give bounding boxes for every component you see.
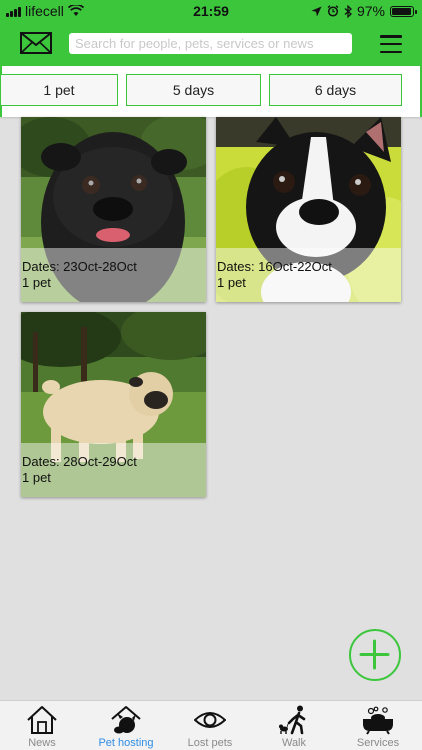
listing-card[interactable]: Dates: 28Oct-29Oct 1 pet	[21, 312, 206, 497]
search-input[interactable]	[69, 33, 352, 54]
tab-services[interactable]: Services	[336, 701, 420, 750]
add-listing-button[interactable]	[349, 629, 401, 681]
listing-dates: Dates: 16Oct-22Oct	[217, 259, 332, 274]
tab-label: Lost pets	[187, 737, 233, 749]
tab-lost-pets[interactable]: Lost pets	[168, 701, 252, 750]
tab-bar: News Pet hosting Lost pets Walk Services	[0, 700, 422, 750]
eye-icon	[194, 712, 226, 728]
app-header	[0, 22, 422, 66]
listing-dates: Dates: 23Oct-28Oct	[22, 259, 137, 274]
filter-max-days[interactable]: 6 days	[269, 74, 402, 106]
pet-hosting-icon	[111, 706, 141, 734]
battery-level	[392, 7, 412, 15]
listing-pet-count: 1 pet	[22, 275, 51, 290]
menu-icon[interactable]	[380, 35, 402, 53]
battery-percent: 97%	[356, 3, 385, 19]
filter-bar: 1 pet 5 days 6 days	[0, 66, 422, 117]
listing-card[interactable]: Dates: 16Oct-22Oct 1 pet	[216, 117, 401, 302]
status-bar: lifecell 21:59 97%	[0, 0, 422, 22]
listing-dates: Dates: 28Oct-29Oct	[22, 454, 137, 469]
tab-label: Walk	[281, 737, 307, 749]
listing-pet-count: 1 pet	[22, 470, 51, 485]
mail-icon[interactable]	[20, 32, 52, 54]
tab-label: Pet hosting	[98, 737, 154, 749]
tab-pet-hosting[interactable]: Pet hosting	[84, 701, 168, 750]
pet-bath-icon	[363, 706, 393, 735]
listing-card[interactable]: Dates: 23Oct-28Oct 1 pet	[21, 117, 206, 302]
walk-icon	[279, 705, 306, 735]
filter-min-days[interactable]: 5 days	[126, 74, 261, 106]
tab-walk[interactable]: Walk	[252, 701, 336, 750]
location-arrow-icon	[311, 6, 322, 16]
tab-label: News	[28, 737, 56, 749]
status-right: 97%	[311, 3, 417, 19]
tab-label: Services	[356, 737, 400, 749]
alarm-icon	[327, 5, 339, 17]
battery-icon	[390, 5, 417, 17]
house-icon	[27, 706, 57, 734]
listing-pet-count: 1 pet	[217, 275, 246, 290]
tab-news[interactable]: News	[0, 701, 84, 750]
filter-pets[interactable]: 1 pet	[0, 74, 118, 106]
bluetooth-icon	[344, 4, 352, 18]
plus-icon	[359, 639, 390, 670]
